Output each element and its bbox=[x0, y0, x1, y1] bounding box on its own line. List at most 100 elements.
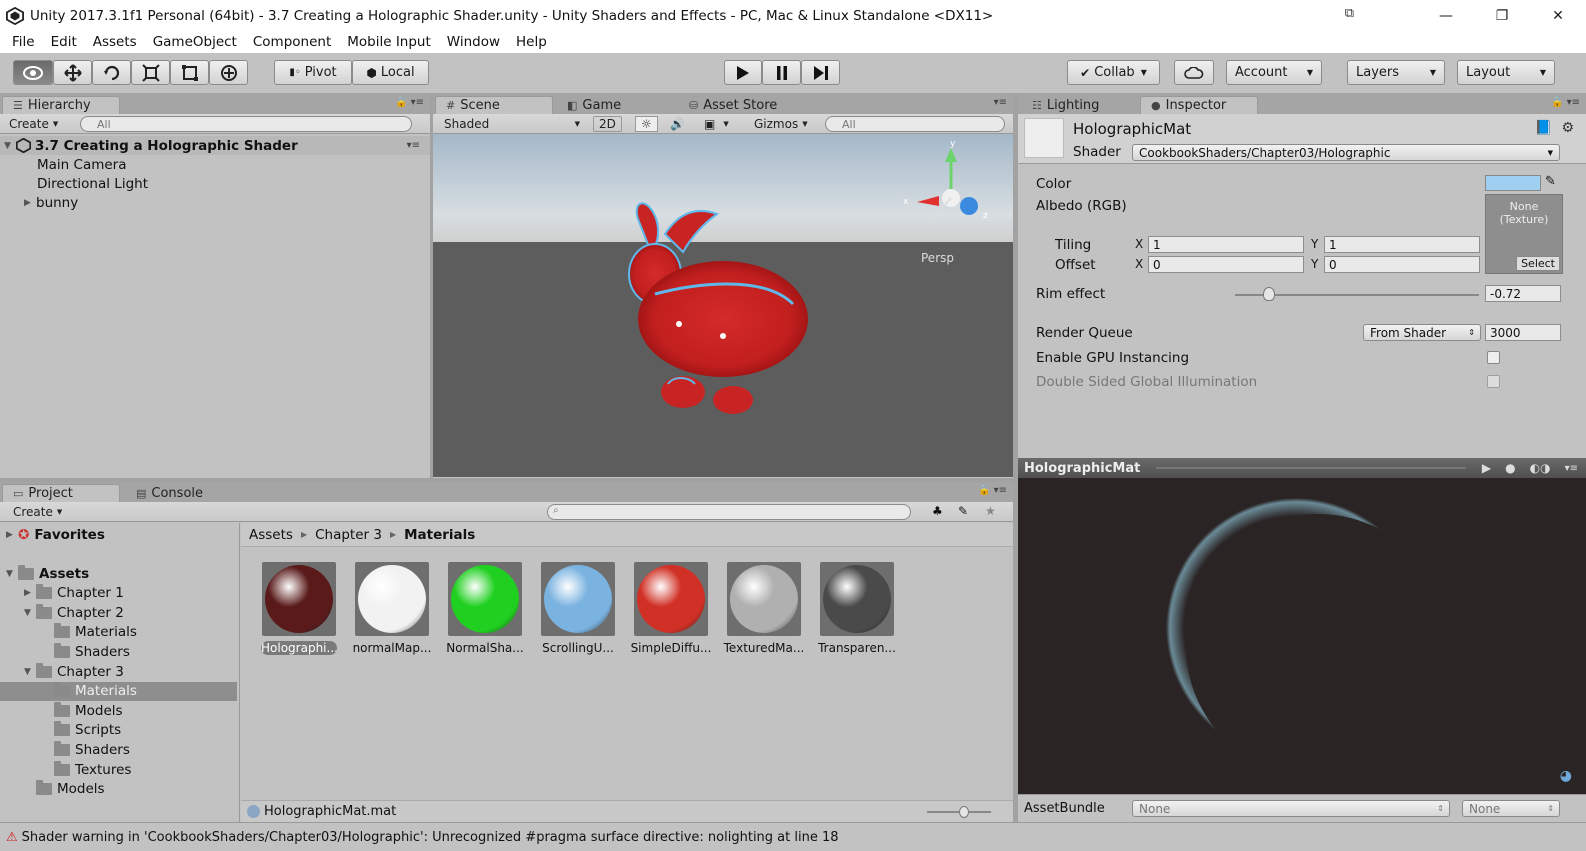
status-bar[interactable]: ⚠ Shader warning in 'CookbookShaders/Cha… bbox=[0, 822, 1586, 851]
scene-options-icon[interactable]: ▾≡ bbox=[407, 140, 420, 151]
preview-menu-icon[interactable]: ▾≡ bbox=[1565, 463, 1578, 474]
window-snap-icon[interactable]: ⧉ bbox=[1345, 6, 1354, 21]
scene-effects-dropdown[interactable]: ▣ ▼ bbox=[699, 116, 734, 132]
panel-lock-icon[interactable]: 🔒 ▾≡ bbox=[978, 485, 1007, 496]
maximize-button[interactable]: ❐ bbox=[1474, 0, 1530, 31]
project-tree-item[interactable]: Materials bbox=[0, 681, 237, 701]
fold-down-icon[interactable]: ▼ bbox=[6, 569, 18, 579]
tab-hierarchy[interactable]: ☰ Hierarchy bbox=[2, 96, 120, 114]
fold-down-icon[interactable]: ▼ bbox=[4, 141, 16, 151]
double-sided-gi-checkbox[interactable] bbox=[1487, 375, 1500, 388]
layout-dropdown[interactable]: Layout ▼ bbox=[1457, 60, 1555, 85]
fold-down-icon[interactable]: ▼ bbox=[24, 608, 36, 618]
tab-inspector[interactable]: ● Inspector bbox=[1140, 96, 1258, 114]
tab-console[interactable]: ▤ Console bbox=[126, 484, 213, 502]
project-tree-item[interactable]: ▶ Chapter 1 bbox=[0, 584, 237, 603]
scene-audio-toggle[interactable]: 🔊 bbox=[665, 116, 690, 132]
asset-item[interactable]: Transparen... bbox=[813, 562, 901, 662]
transform-tool-button[interactable] bbox=[209, 60, 248, 85]
color-swatch[interactable] bbox=[1485, 175, 1541, 191]
layers-dropdown[interactable]: Layers ▼ bbox=[1347, 60, 1445, 85]
gpu-instancing-checkbox[interactable] bbox=[1487, 351, 1500, 364]
scale-tool-button[interactable] bbox=[131, 60, 170, 85]
project-tree-item[interactable]: ▼ Chapter 3 bbox=[0, 662, 237, 681]
gear-icon[interactable]: ⚙ bbox=[1561, 120, 1574, 136]
hierarchy-item-main-camera[interactable]: Main Camera bbox=[0, 155, 430, 174]
asset-label-icon[interactable]: ◕ bbox=[1560, 768, 1572, 784]
scene-lighting-toggle[interactable]: ☼ bbox=[635, 116, 658, 132]
assetbundle-dropdown[interactable]: None ⇕ bbox=[1132, 800, 1450, 817]
tiling-y-input[interactable]: 1 bbox=[1324, 236, 1480, 253]
light-toggle-icon[interactable]: ◐◑ bbox=[1530, 461, 1551, 475]
preview-render[interactable] bbox=[1018, 478, 1586, 798]
assetbundle-variant-dropdown[interactable]: None ⇕ bbox=[1462, 800, 1560, 817]
cloud-button[interactable] bbox=[1174, 60, 1214, 85]
tab-asset-store[interactable]: ⛁ Asset Store bbox=[679, 96, 787, 114]
tab-project[interactable]: ▭ Project bbox=[2, 484, 120, 502]
render-queue-dropdown[interactable]: From Shader ⇕ bbox=[1363, 324, 1481, 341]
favorite-star-icon[interactable]: ★ bbox=[985, 504, 996, 518]
rect-tool-button[interactable] bbox=[170, 60, 209, 85]
minimize-button[interactable]: — bbox=[1418, 0, 1474, 31]
asset-item[interactable]: TexturedMa... bbox=[720, 562, 808, 662]
hierarchy-item-directional-light[interactable]: Directional Light bbox=[0, 174, 430, 193]
panel-lock-icon[interactable]: 🔒 ▾≡ bbox=[395, 97, 424, 108]
preview-drag-handle[interactable] bbox=[1156, 467, 1466, 469]
fold-right-icon[interactable]: ▶ bbox=[24, 198, 36, 208]
local-toggle[interactable]: ⬢ Local bbox=[352, 60, 429, 85]
tab-scene[interactable]: # Scene bbox=[435, 96, 553, 114]
offset-y-input[interactable]: 0 bbox=[1324, 256, 1480, 273]
thumbnail-size-slider-thumb[interactable] bbox=[959, 806, 969, 818]
menu-assets[interactable]: Assets bbox=[85, 34, 145, 50]
hierarchy-create-dropdown[interactable]: Create ▼ bbox=[4, 116, 63, 132]
rim-effect-slider-thumb[interactable] bbox=[1263, 287, 1276, 301]
eyedropper-icon[interactable]: ✎ bbox=[1545, 174, 1556, 189]
fold-down-icon[interactable]: ▼ bbox=[24, 667, 36, 677]
pause-button[interactable] bbox=[762, 60, 801, 85]
project-tree-item[interactable]: ▼ Assets bbox=[0, 564, 237, 583]
tab-game[interactable]: ◧ Game bbox=[557, 96, 631, 114]
scene-root-row[interactable]: ▼ 3.7 Creating a Holographic Shader ▾≡ bbox=[0, 136, 430, 155]
menu-file[interactable]: File bbox=[4, 34, 43, 50]
menu-gameobject[interactable]: GameObject bbox=[145, 34, 245, 50]
close-button[interactable]: ✕ bbox=[1530, 0, 1586, 31]
play-icon[interactable]: ▶ bbox=[1482, 461, 1491, 475]
play-button[interactable] bbox=[724, 60, 762, 85]
asset-item[interactable]: normalMap... bbox=[348, 562, 436, 662]
project-search-input[interactable]: ⌕ bbox=[547, 504, 911, 520]
scene-render[interactable]: y x z Persp bbox=[433, 134, 1013, 477]
rim-effect-input[interactable]: -0.72 bbox=[1485, 285, 1561, 302]
step-button[interactable] bbox=[801, 60, 840, 85]
hierarchy-item-bunny[interactable]: ▶ bunny bbox=[0, 193, 430, 212]
project-tree-item[interactable]: Materials bbox=[0, 623, 237, 642]
panel-lock-icon[interactable]: 🔒 ▾≡ bbox=[1551, 97, 1580, 108]
pivot-toggle[interactable]: ▮◦ Pivot bbox=[274, 60, 352, 85]
project-tree-item[interactable]: Models bbox=[0, 701, 237, 720]
project-tree-item[interactable]: Textures bbox=[0, 760, 237, 779]
menu-mobile-input[interactable]: Mobile Input bbox=[339, 34, 439, 50]
persp-label[interactable]: Persp bbox=[921, 251, 954, 265]
project-tree-item[interactable]: Models bbox=[0, 780, 237, 799]
project-tree-item[interactable]: ▼ Chapter 2 bbox=[0, 603, 237, 622]
filter-label-icon[interactable]: ✎ bbox=[958, 504, 968, 518]
filter-type-icon[interactable]: ♣ bbox=[932, 504, 943, 518]
help-book-icon[interactable]: 📘 bbox=[1535, 120, 1552, 136]
collab-dropdown[interactable]: ✔ Collab ▼ bbox=[1067, 60, 1160, 85]
menu-component[interactable]: Component bbox=[245, 34, 339, 50]
account-dropdown[interactable]: Account ▼ bbox=[1226, 60, 1322, 85]
favorites-row[interactable]: ▶ ✪ Favorites bbox=[0, 525, 237, 544]
asset-item[interactable]: Holographi... bbox=[255, 562, 343, 662]
tiling-x-input[interactable]: 1 bbox=[1148, 236, 1304, 253]
project-tree-item[interactable]: Scripts bbox=[0, 721, 237, 740]
gizmos-dropdown[interactable]: Gizmos ▼ bbox=[749, 116, 813, 132]
shader-dropdown[interactable]: CookbookShaders/Chapter03/Holographic ▼ bbox=[1132, 144, 1560, 161]
project-tree-item[interactable]: Shaders bbox=[0, 740, 237, 759]
shading-mode-dropdown[interactable]: Shaded ▼ bbox=[439, 116, 585, 132]
asset-item[interactable]: SimpleDiffu... bbox=[627, 562, 715, 662]
offset-x-input[interactable]: 0 bbox=[1148, 256, 1304, 273]
tab-lighting[interactable]: ☷ Lighting bbox=[1022, 96, 1109, 114]
view-tool-button[interactable] bbox=[13, 60, 53, 85]
scene-viewport[interactable]: y x z Persp bbox=[433, 134, 1013, 477]
fold-right-icon[interactable]: ▶ bbox=[6, 530, 18, 540]
project-tree-item[interactable]: Shaders bbox=[0, 642, 237, 661]
